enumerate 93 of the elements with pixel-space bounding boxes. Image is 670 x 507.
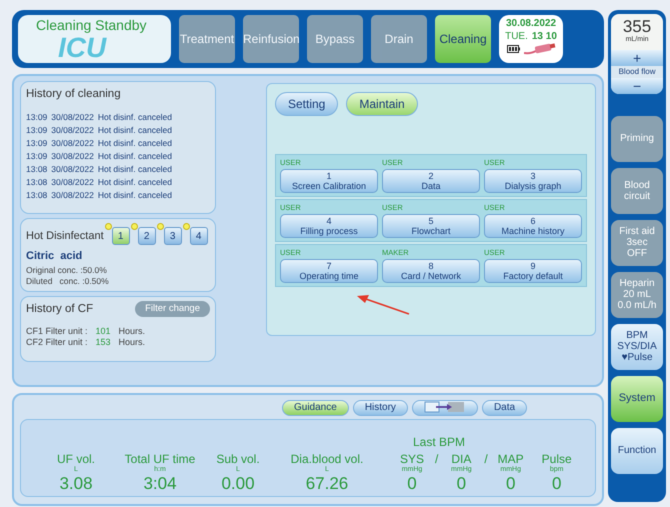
entry-time: 13:08 (26, 163, 48, 176)
entry-date: 30/08/2022 (51, 163, 94, 176)
side-button[interactable]: System (611, 376, 663, 422)
maintenance-button[interactable]: 8 Card / Network (382, 259, 480, 283)
reading-label: Dia.blood vol. (290, 453, 364, 466)
chemical-name: Citric acid (26, 249, 84, 264)
mode-button[interactable]: Maintain (346, 92, 418, 116)
disinfectant-option[interactable]: 4 (190, 227, 208, 245)
plug-icon (524, 43, 556, 55)
filter-label: CF1 Filter unit : (26, 326, 88, 337)
maintenance-button[interactable]: 1 Screen Calibration (280, 169, 378, 193)
card-title: History of cleaning (26, 87, 122, 102)
conc-value: 0.50% (84, 276, 109, 286)
reading-label: SYS (398, 453, 425, 466)
mode-button[interactable]: Setting (275, 92, 338, 116)
reading-label: Total UF time (124, 453, 196, 466)
panel-tab[interactable]: Data (482, 400, 528, 416)
hours-unit: Hours. (118, 336, 146, 348)
minus-button[interactable]: − (611, 78, 663, 94)
reading-value: 3.08 (58, 474, 94, 494)
transfer-button[interactable] (412, 400, 478, 416)
indicator-dot (104, 223, 112, 230)
entry-event: Hot disinf. canceled (98, 150, 172, 164)
separator-text: / (483, 453, 489, 468)
indicator-dot (182, 223, 190, 230)
maintenance-button[interactable]: 9 Factory default (484, 259, 582, 283)
card-title: History of CF (26, 302, 94, 316)
entry-date: 30/08/2022 (51, 176, 94, 190)
filter-hours: 101 (96, 326, 111, 337)
filter-label: CF2 Filter unit : (26, 336, 88, 348)
reading-value: 0 (504, 474, 516, 494)
indicator-dot (156, 223, 164, 230)
maintenance-button[interactable]: 5 Flowchart (382, 214, 480, 238)
plus-button[interactable]: + (611, 50, 663, 66)
disinfectant-option[interactable]: 2 (138, 227, 156, 245)
entry-event: Hot disinf. canceled (98, 137, 172, 150)
reading-value: 67.26 (304, 474, 350, 494)
conc-label: Original conc. : (26, 264, 83, 276)
entry-date: 30/08/2022 (51, 137, 94, 150)
reading-value: 0 (406, 474, 418, 494)
panel-tab[interactable]: Guidance (282, 400, 349, 416)
entry-event: Hot disinf. canceled (98, 124, 172, 138)
time-text: 13 10 (532, 30, 557, 43)
separator-text: / (434, 453, 440, 468)
card-title: Hot Disinfectant (26, 228, 104, 244)
reading-label: MAP (496, 453, 525, 466)
entry-time: 13:09 (26, 137, 48, 150)
reading-label: Sub vol. (215, 453, 261, 466)
screen-transfer-icon (424, 401, 466, 414)
entry-time: 13:09 (26, 150, 48, 164)
reading-value: 0 (456, 474, 468, 494)
mode-tab[interactable]: Cleaning (435, 15, 491, 63)
entry-event: Hot disinf. canceled (98, 189, 172, 202)
entry-event: Hot disinf. canceled (98, 111, 172, 124)
maintenance-button[interactable]: 6 Machine history (484, 214, 582, 238)
entry-date: 30/08/2022 (51, 150, 94, 164)
date-text: 30.08.2022 (506, 18, 556, 30)
entry-event: Hot disinf. canceled (98, 176, 172, 190)
last-bpm-title: Last BPM (413, 436, 466, 449)
disinfectant-option[interactable]: 3 (164, 227, 182, 245)
entry-date: 30/08/2022 (51, 189, 94, 202)
flow-value: 355 (622, 16, 652, 35)
entry-date: 30/08/2022 (51, 124, 94, 138)
flow-label: Blood flow (611, 66, 663, 78)
maintenance-button[interactable]: 3 Dialysis graph (484, 169, 582, 193)
reading-label: DIA (450, 453, 472, 466)
entry-event: Hot disinf. canceled (98, 163, 172, 176)
reading-value: 0.00 (220, 474, 256, 494)
disinfectant-option[interactable]: 1 (112, 227, 130, 245)
filter-hours: 153 (96, 336, 111, 348)
entry-date: 30/08/2022 (51, 111, 94, 124)
reading-value: 3:04 (142, 474, 178, 494)
reading-label: Pulse (540, 453, 573, 466)
entry-time: 13:09 (26, 111, 48, 124)
maintenance-button[interactable]: 7 Operating time (280, 259, 378, 283)
day-text: TUE. (505, 30, 528, 43)
panel-tab[interactable]: History (352, 400, 408, 416)
maintenance-button[interactable]: 4 Filling process (280, 214, 378, 238)
maintenance-button[interactable]: 2 Data (382, 169, 480, 193)
side-button[interactable]: Function (611, 428, 663, 474)
conc-value: 50.0% (82, 264, 107, 276)
status-text: Cleaning Standby (35, 16, 148, 33)
side-button[interactable]: BPM SYS/DIA ♥Pulse (611, 324, 663, 370)
entry-time: 13:08 (26, 176, 48, 190)
indicator-dot (130, 223, 138, 230)
entry-time: 13:09 (26, 124, 48, 138)
reading-label: UF vol. (56, 453, 96, 466)
watermark-text: ICU (58, 34, 106, 62)
conc-label: Diluted conc. : (26, 276, 85, 286)
entry-time: 13:08 (26, 189, 48, 202)
reading-value: 0 (550, 474, 562, 494)
hours-unit: Hours. (118, 326, 146, 337)
battery-icon (506, 45, 520, 53)
